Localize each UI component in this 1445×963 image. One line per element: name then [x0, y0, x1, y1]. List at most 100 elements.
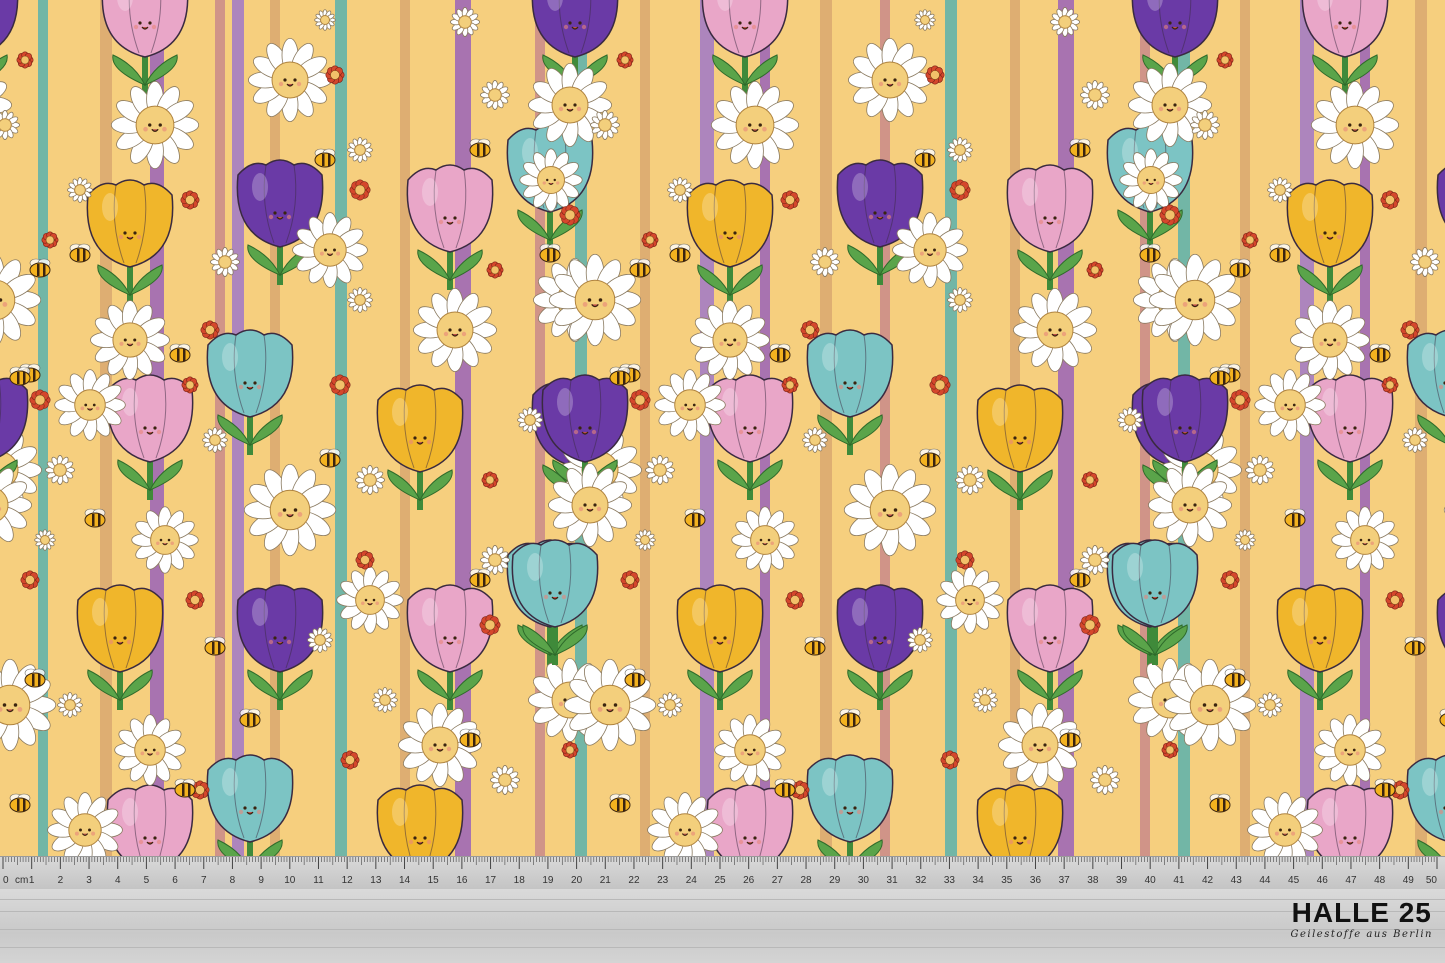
- pink-tulip-icon: [101, 0, 189, 95]
- ruler-label: 8: [230, 875, 236, 886]
- red-flower-icon: [1241, 231, 1259, 249]
- bee-icon: [459, 728, 481, 748]
- bee-icon: [609, 793, 631, 813]
- small-daisy-icon: [1050, 7, 1080, 37]
- ruler-label: 0: [3, 875, 9, 886]
- small-daisy-icon: [347, 137, 373, 163]
- bee-icon: [774, 778, 796, 798]
- pink-tulip-icon: [1301, 0, 1389, 95]
- red-flower-icon: [780, 190, 800, 210]
- pink-tulip-icon: [701, 0, 789, 95]
- bee-icon: [804, 636, 826, 656]
- small-daisy-icon: [1257, 692, 1283, 718]
- bee-icon: [1059, 728, 1081, 748]
- red-flower-icon: [620, 570, 640, 590]
- bee-icon: [609, 366, 631, 386]
- daisy-icon: [843, 463, 937, 557]
- red-flower-icon: [641, 231, 659, 249]
- yellow-tulip-icon: [676, 584, 764, 710]
- ruler-label: 10: [284, 875, 296, 886]
- red-flower-icon: [1380, 190, 1400, 210]
- ruler-label: 38: [1087, 875, 1099, 886]
- yellow-tulip-icon: [376, 784, 464, 856]
- brand-subtitle: Geilestoffe aus Berlin: [1290, 929, 1433, 940]
- ruler-label: 6: [172, 875, 178, 886]
- ruler-label: 32: [915, 875, 927, 886]
- small-daisy-icon: [372, 687, 398, 713]
- ruler-label: 15: [428, 875, 440, 886]
- ruler-label: 36: [1030, 875, 1042, 886]
- stripe: [945, 0, 957, 856]
- ruler-label: 35: [1001, 875, 1013, 886]
- daisy-icon: [1012, 288, 1097, 372]
- ruler-label: 23: [657, 875, 669, 886]
- bee-icon: [174, 778, 196, 798]
- pink-tulip-icon: [406, 164, 494, 290]
- bee-icon: [469, 568, 491, 588]
- red-flower-icon: [185, 590, 205, 610]
- daisy-icon: [731, 506, 799, 574]
- red-flower-icon: [1220, 570, 1240, 590]
- ruler-label: 43: [1231, 875, 1243, 886]
- red-flower-icon: [925, 65, 945, 85]
- red-flower-icon: [1079, 614, 1101, 636]
- red-flower-icon: [200, 320, 220, 340]
- pink-tulip-icon: [106, 374, 194, 500]
- stripe: [335, 0, 347, 856]
- brand-title: HALLE 25: [1291, 897, 1432, 928]
- small-daisy-icon: [955, 465, 985, 495]
- ruler-label: 17: [485, 875, 497, 886]
- ruler-label: 44: [1259, 875, 1271, 886]
- bee-icon: [914, 148, 936, 168]
- red-flower-icon: [1161, 741, 1179, 759]
- small-daisy-icon: [972, 687, 998, 713]
- ruler-label: 48: [1374, 875, 1386, 886]
- daisy-icon: [243, 463, 337, 557]
- ruler-label: 31: [887, 875, 899, 886]
- pink-tulip-icon: [706, 374, 794, 500]
- bee-icon: [24, 668, 46, 688]
- small-daisy-icon: [314, 9, 336, 31]
- ruler-label: 42: [1202, 875, 1214, 886]
- red-flower-icon: [781, 376, 799, 394]
- pink-tulip-icon: [1006, 584, 1094, 710]
- ruler-label: 49: [1403, 875, 1415, 886]
- daisy-icon: [848, 37, 932, 123]
- bee-icon: [1229, 258, 1251, 278]
- small-daisy-icon: [1410, 247, 1440, 277]
- ruler-scale: 0 1 2 3 4 5 6 7 8 9 10 11 12 13 14 15 16 17 18 19 20 21 22 23 24…: [2, 857, 1438, 886]
- small-daisy-icon: [1234, 529, 1256, 551]
- red-flower-icon: [800, 320, 820, 340]
- ruler-label: 22: [628, 875, 640, 886]
- red-flower-icon: [481, 471, 499, 489]
- ruler-label: 4: [115, 875, 121, 886]
- bee-icon: [769, 343, 791, 363]
- red-flower-icon: [355, 550, 375, 570]
- yellow-tulip-icon: [976, 384, 1064, 510]
- ruler-label: 25: [714, 875, 726, 886]
- red-flower-icon: [940, 750, 960, 770]
- small-daisy-icon: [1080, 80, 1110, 110]
- daisy-icon: [110, 80, 200, 170]
- ruler-label: 14: [399, 875, 411, 886]
- red-flower-icon: [181, 376, 199, 394]
- ruler-label: 26: [743, 875, 755, 886]
- bee-icon: [1284, 508, 1306, 528]
- purple-tulip-icon: [1436, 167, 1445, 224]
- ruler-label: 5: [144, 875, 150, 886]
- bee-icon: [919, 448, 941, 468]
- purple-tulip-icon: [836, 584, 924, 710]
- red-flower-icon: [479, 614, 501, 636]
- red-flower-icon: [1086, 261, 1104, 279]
- purple-tulip-icon: [1436, 592, 1445, 649]
- red-flower-icon: [349, 179, 371, 201]
- fabric-pattern: [0, 0, 1445, 856]
- purple-tulip-icon: [236, 584, 324, 710]
- teal-tulip-icon: [206, 754, 294, 856]
- bee-icon: [1269, 243, 1291, 263]
- small-daisy-icon: [634, 529, 656, 551]
- red-flower-icon: [325, 65, 345, 85]
- ruler-label: 16: [456, 875, 468, 886]
- small-daisy-icon: [914, 9, 936, 31]
- bee-icon: [1439, 708, 1445, 727]
